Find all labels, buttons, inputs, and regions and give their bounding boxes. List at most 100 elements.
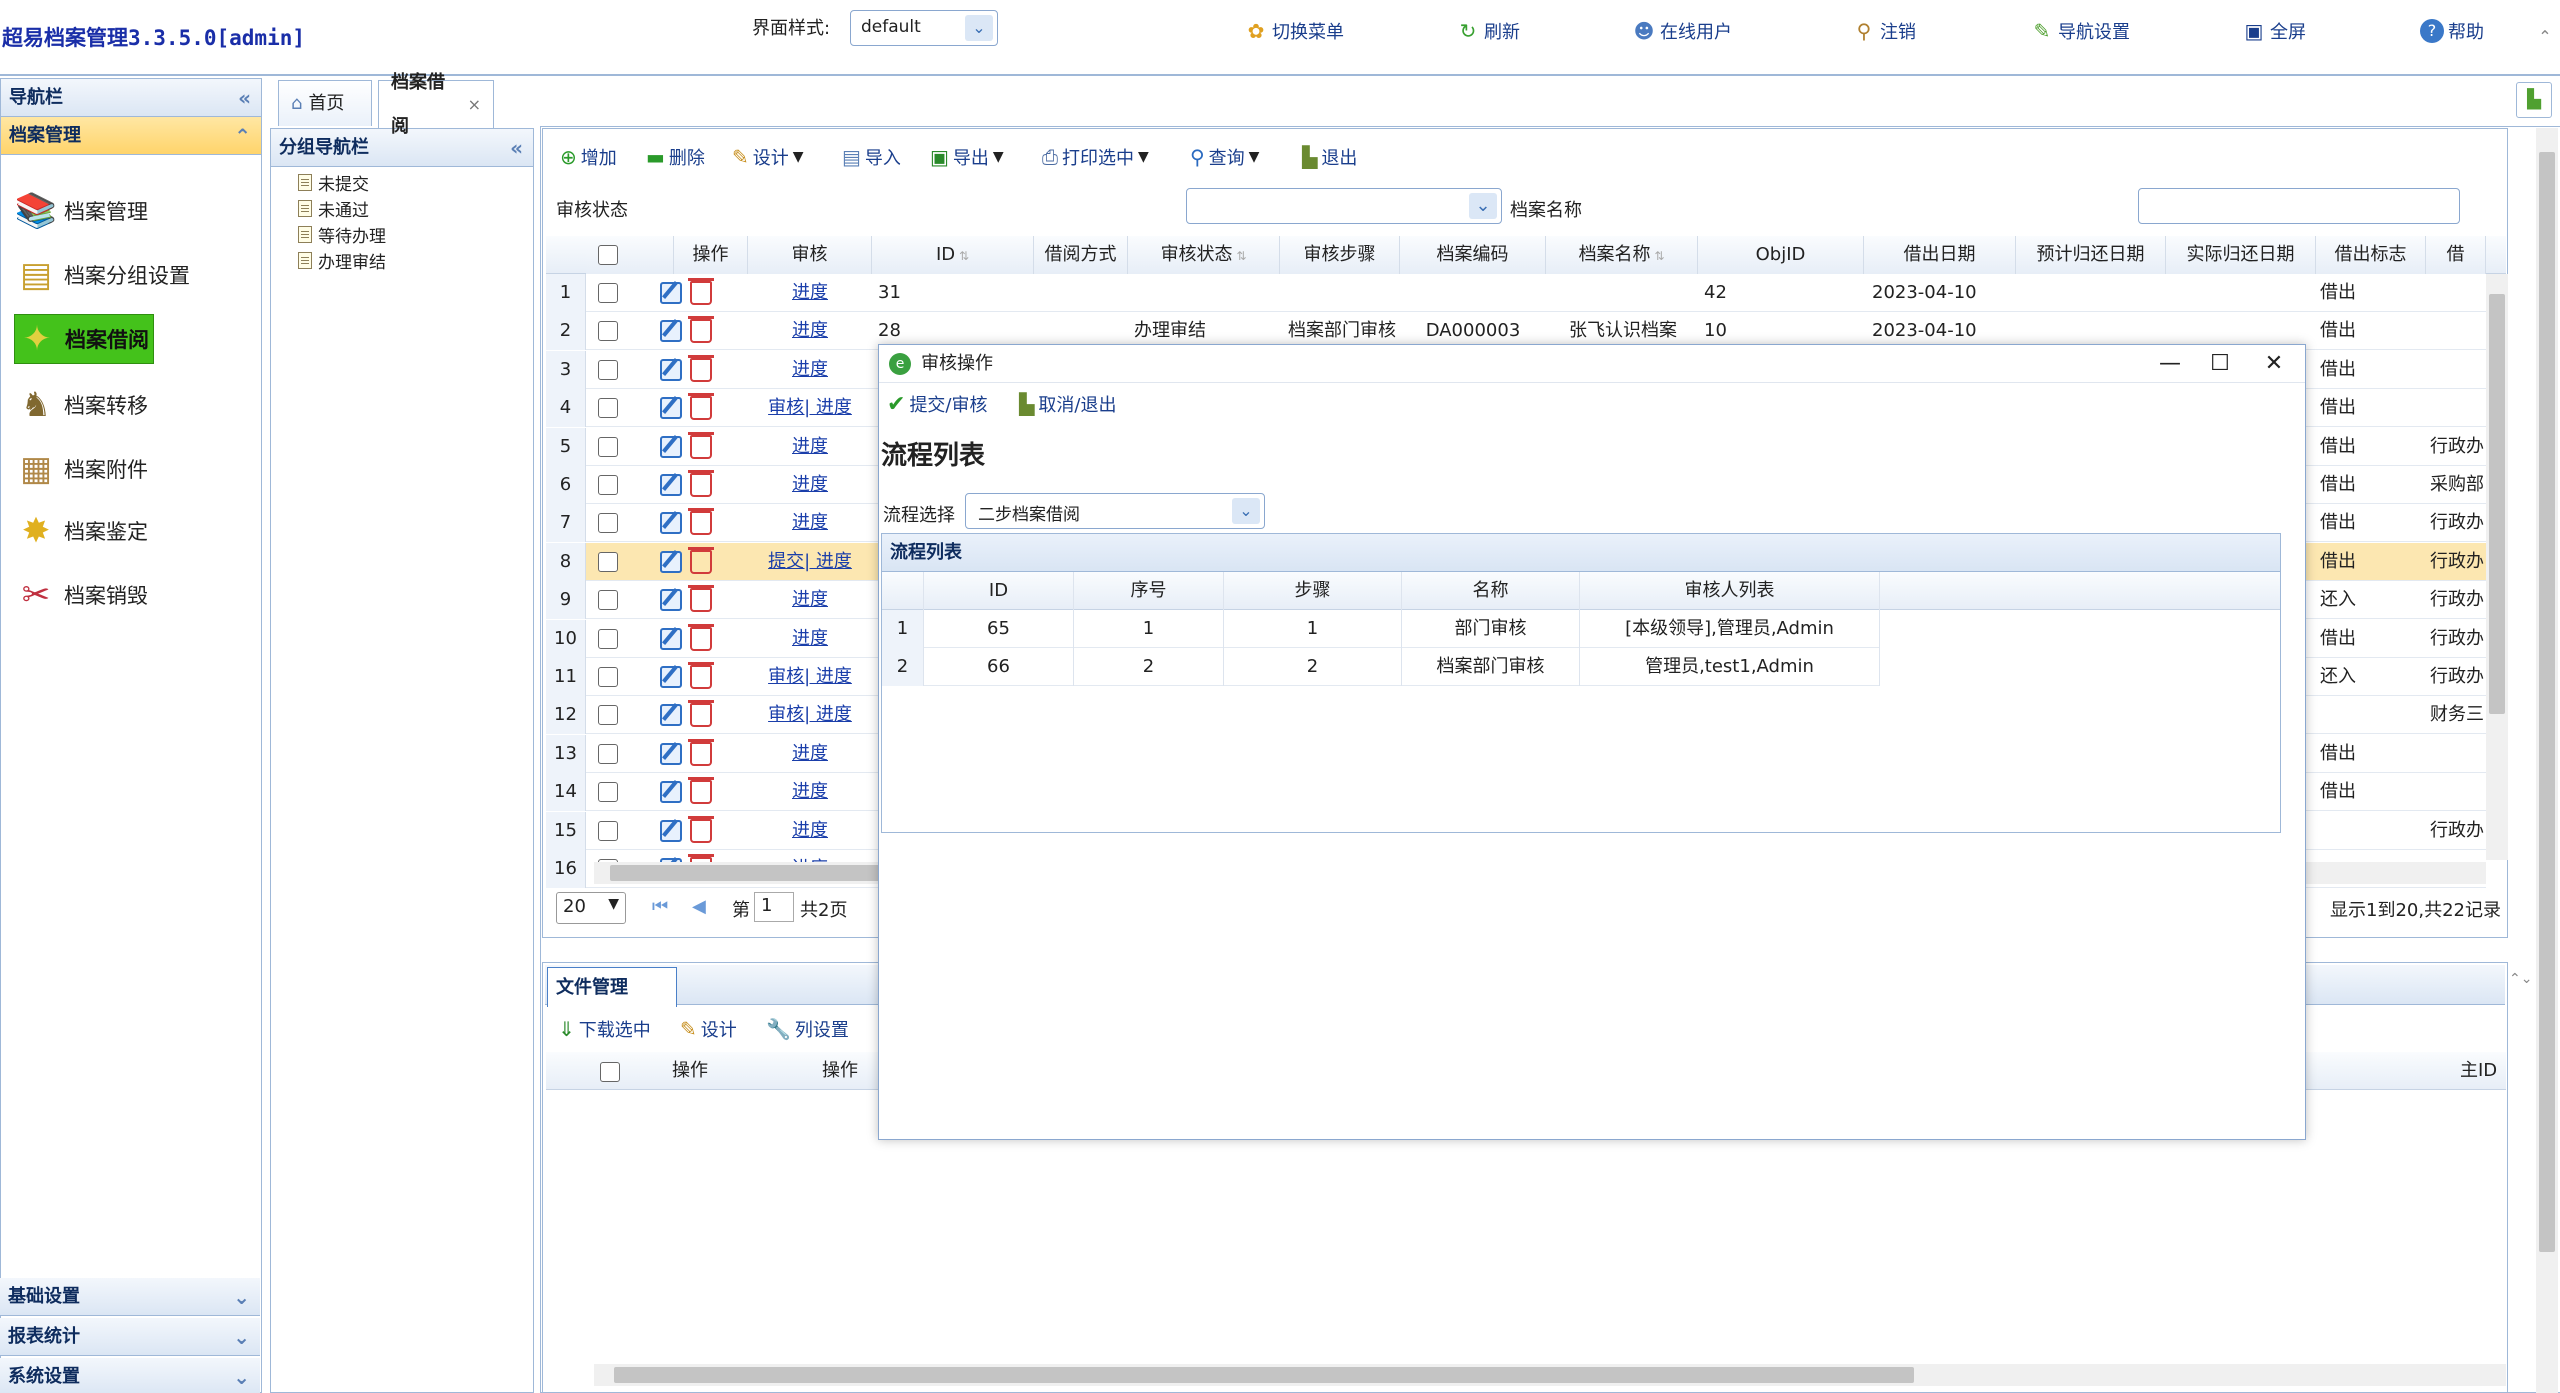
filter-status-select[interactable]: ⌄ [1186, 188, 1502, 224]
audit-link[interactable]: 提交| 进度 [748, 543, 872, 581]
row-checkbox[interactable] [598, 773, 628, 811]
column-header[interactable]: 审核状态 ⇅ [1128, 236, 1280, 274]
collapse-group-icon[interactable]: « [510, 129, 523, 167]
audit-link[interactable]: 审核| 进度 [748, 389, 872, 427]
delete-icon[interactable] [688, 585, 714, 613]
tree-item-completed[interactable]: 办理审结 [298, 248, 386, 273]
files-horizontal-scrollbar[interactable] [594, 1364, 2506, 1386]
row-checkbox[interactable] [598, 620, 628, 658]
edit-icon[interactable] [660, 819, 682, 842]
delete-icon[interactable] [688, 546, 714, 574]
select-all-checkbox[interactable] [586, 236, 674, 274]
audit-link[interactable]: 审核| 进度 [748, 658, 872, 696]
maximize-icon[interactable]: ☐ [2205, 349, 2235, 379]
delete-icon[interactable] [688, 623, 714, 651]
column-header[interactable]: 借出日期 [1864, 236, 2016, 274]
delete-button[interactable]: ▬ 删除 [646, 144, 705, 170]
row-checkbox[interactable] [598, 428, 628, 466]
logout-button[interactable]: ⚲ 注销 [1852, 18, 1916, 44]
refresh-button[interactable]: ↻ 刷新 [1456, 18, 1520, 44]
column-header[interactable]: ID ⇅ [872, 236, 1034, 274]
checkbox[interactable] [598, 820, 618, 841]
checkbox[interactable] [598, 475, 618, 495]
audit-link[interactable]: 进度 [748, 773, 872, 811]
checkbox[interactable] [598, 551, 618, 572]
nav-item-archive-borrowing[interactable]: ✦ 档案借阅 [14, 314, 154, 364]
files-design-button[interactable]: ✎ 设计 [680, 1016, 737, 1042]
checkbox[interactable] [598, 590, 618, 611]
column-header[interactable]: 预计归还日期 [2016, 236, 2166, 274]
tab-archive-borrowing[interactable]: 档案借阅 × [378, 72, 494, 137]
submit-audit-button[interactable]: ✔ 提交/审核 [887, 391, 988, 417]
edit-icon[interactable] [660, 474, 682, 496]
checkbox[interactable] [598, 667, 618, 687]
audit-link[interactable]: 进度 [748, 312, 872, 350]
checkbox[interactable] [598, 782, 618, 803]
column-header[interactable]: ObjID [1698, 236, 1864, 274]
delete-icon[interactable] [688, 393, 714, 421]
nav-item-archive-attachments[interactable]: ▦ 档案附件 [14, 444, 148, 494]
scroll-thumb[interactable] [614, 1367, 1914, 1383]
tree-item-unsubmitted[interactable]: 未提交 [298, 170, 369, 195]
page-size-select[interactable]: 20 ▼ [556, 892, 626, 924]
delete-icon[interactable] [688, 470, 714, 497]
audit-link[interactable]: 进度 [748, 351, 872, 389]
row-checkbox[interactable] [598, 735, 628, 773]
checkbox[interactable] [598, 283, 618, 303]
nav-item-archive-group-settings[interactable]: ▤ 档案分组设置 [14, 250, 190, 300]
download-selected-button[interactable]: ⇓ 下载选中 [558, 1016, 651, 1042]
edit-icon[interactable] [660, 550, 682, 573]
edit-icon[interactable] [660, 435, 682, 458]
scroll-thumb[interactable] [2489, 294, 2505, 714]
close-icon[interactable]: ✕ [2259, 349, 2289, 379]
tab-file-management[interactable]: 文件管理 [547, 967, 677, 1007]
tree-item-rejected[interactable]: 未通过 [298, 196, 369, 221]
tab-home[interactable]: ⌂ 首页 [278, 80, 372, 126]
scroll-thumb[interactable] [610, 865, 910, 881]
nav-item-archive-transfer[interactable]: ♞ 档案转移 [14, 380, 148, 430]
checkbox[interactable] [598, 513, 618, 534]
delete-icon[interactable] [688, 662, 714, 689]
column-header[interactable]: 审核 [748, 236, 872, 274]
cancel-exit-button[interactable]: ▙ 取消/退出 [1019, 391, 1116, 417]
online-users-button[interactable]: ☻ 在线用户 [1632, 18, 1732, 44]
row-checkbox[interactable] [598, 581, 628, 619]
column-header[interactable]: 借阅方式 [1034, 236, 1128, 274]
column-settings-button[interactable]: 🔧 列设置 [766, 1016, 849, 1042]
nav-item-archive-management[interactable]: 📚 档案管理 [14, 186, 148, 236]
audit-link[interactable]: 进度 [748, 620, 872, 658]
nav-settings-button[interactable]: ✎ 导航设置 [2030, 18, 2130, 44]
delete-icon[interactable] [688, 738, 714, 766]
edit-icon[interactable] [660, 358, 682, 381]
column-header[interactable]: 审核步骤 [1280, 236, 1400, 274]
audit-link[interactable]: 进度 [748, 581, 872, 619]
row-checkbox[interactable] [598, 312, 628, 350]
flow-select[interactable]: 二步档案借阅 ⌄ [965, 493, 1265, 529]
grid-vertical-scrollbar[interactable] [2486, 274, 2508, 860]
delete-icon[interactable] [688, 354, 714, 382]
edit-icon[interactable] [660, 397, 682, 420]
audit-link[interactable]: 审核| 进度 [748, 696, 872, 734]
column-header[interactable]: 档案编码 [1400, 236, 1546, 274]
export-button[interactable]: ▣ 导出 ▼ [930, 144, 1004, 170]
print-selected-button[interactable]: ⎙ 打印选中 ▼ [1042, 144, 1149, 170]
section-reports[interactable]: 报表统计 ⌄ [0, 1318, 260, 1356]
checkbox[interactable] [598, 628, 618, 649]
edit-icon[interactable] [660, 282, 682, 304]
edit-icon[interactable] [660, 781, 682, 804]
edit-icon[interactable] [660, 589, 682, 612]
add-button[interactable]: ⊕ 增加 [560, 144, 617, 170]
audit-link[interactable]: 进度 [748, 466, 872, 504]
close-tab-icon[interactable]: × [468, 83, 481, 127]
exit-button[interactable]: ▙ 退出 [1302, 144, 1357, 170]
row-checkbox[interactable] [598, 274, 628, 312]
row-checkbox[interactable] [598, 466, 628, 504]
query-button[interactable]: ⚲ 查询 ▼ [1190, 144, 1259, 170]
column-header[interactable]: 实际归还日期 [2166, 236, 2316, 274]
delete-icon[interactable] [688, 431, 714, 459]
fullscreen-button[interactable]: ▣ 全屏 [2242, 18, 2306, 44]
checkbox[interactable] [598, 398, 618, 419]
edit-icon[interactable] [660, 320, 682, 343]
row-checkbox[interactable] [598, 696, 628, 734]
edit-icon[interactable] [660, 742, 682, 765]
